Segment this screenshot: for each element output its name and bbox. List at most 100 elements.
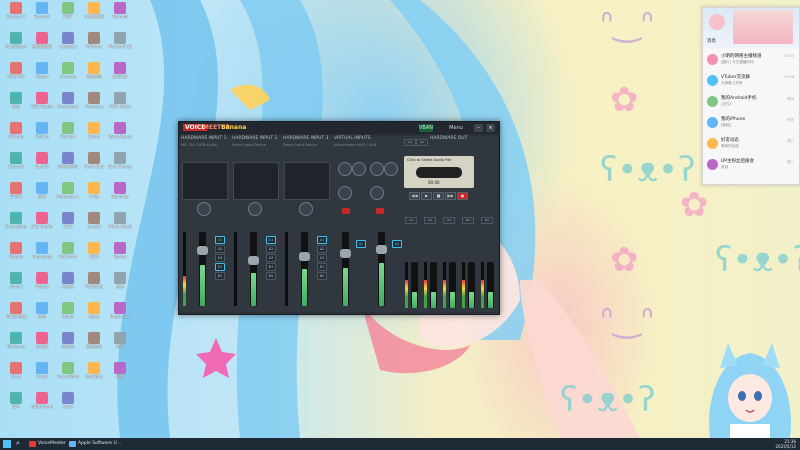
bus-b2-button[interactable]: B2 — [266, 272, 276, 280]
eq-knob[interactable] — [384, 162, 398, 176]
desktop-icon[interactable]: Microsoft Edge — [108, 32, 132, 54]
taskbar-item[interactable]: Apple Software U... — [68, 439, 121, 449]
desktop-icon[interactable]: RDR — [56, 2, 80, 24]
desktop-icon[interactable]: Word — [4, 362, 28, 384]
desktop-icon[interactable]: Chrome — [56, 62, 80, 84]
desktop-icon[interactable]: Notepad++ — [56, 182, 80, 204]
bus-a3-button[interactable]: A3 — [215, 254, 225, 262]
bus-b2-button[interactable]: B2 — [215, 272, 225, 280]
desktop-icon[interactable]: Photoshop — [56, 92, 80, 114]
desktop-icon[interactable]: Xmind — [4, 272, 28, 294]
fader-cap[interactable] — [340, 249, 351, 258]
virtual-fader[interactable] — [342, 232, 349, 306]
eq-knob[interactable] — [338, 162, 352, 176]
qq-conversation-item[interactable]: 好友动态 有新的动态 周三 — [706, 136, 796, 153]
play-button[interactable]: ▶ — [421, 192, 432, 200]
desktop-icon[interactable]: Uplay — [82, 302, 106, 324]
output-mode-button[interactable]: B1 — [462, 217, 474, 224]
bus-a1-button[interactable]: A1 — [317, 236, 327, 244]
tab-messages[interactable]: 消息 — [707, 38, 716, 44]
bus-a2-button[interactable]: A2 — [356, 240, 366, 248]
record-tape-button[interactable]: ● — [457, 192, 468, 200]
cassette-label[interactable]: Click to Select Audio File — [407, 158, 451, 162]
desktop-icon[interactable]: Python — [4, 242, 28, 264]
output-mode-button[interactable]: A1 — [405, 217, 417, 224]
desktop-icon[interactable]: Spotify — [30, 152, 54, 174]
desktop-icon[interactable]: Typora — [108, 242, 132, 264]
desktop-icon[interactable]: qBittorrent — [30, 392, 54, 414]
gain-fader[interactable] — [199, 232, 206, 306]
output-fader[interactable] — [449, 262, 456, 308]
qq-conversation-item[interactable]: 小明的网络主播频道 [图片] 今天直播时间 10:23 — [706, 52, 796, 69]
desktop-icon[interactable]: 网络 — [108, 332, 132, 354]
desktop-icon[interactable]: Bilibili直播 — [4, 302, 28, 324]
desktop-icon[interactable]: Epic Games — [108, 152, 132, 174]
desktop-icon[interactable]: 7-Zip — [82, 182, 106, 204]
desktop-icon[interactable]: 回收站 — [56, 332, 80, 354]
strip-device[interactable]: MIC Ch1 (USB Audio) — [181, 143, 218, 147]
close-button[interactable]: × — [486, 124, 495, 132]
eq-knob[interactable] — [352, 162, 366, 176]
desktop-icon[interactable]: IDM — [4, 392, 28, 414]
desktop-icon[interactable]: 原神 — [30, 182, 54, 204]
qq-conversation-item[interactable]: VTuber交流群 大家晚上好呀 09:58 — [706, 73, 796, 90]
record-button[interactable] — [342, 208, 350, 214]
out-a1-button[interactable]: A1 — [404, 139, 416, 146]
desktop-icon[interactable]: Zoom — [82, 122, 106, 144]
desktop-icon[interactable]: 雷电模拟器 — [30, 32, 54, 54]
vban-button[interactable]: VBAN — [419, 124, 433, 132]
system-clock[interactable]: 21:36 2023/5/12 — [775, 439, 796, 449]
desktop-icon[interactable]: Audacity — [56, 32, 80, 54]
minimize-button[interactable]: – — [474, 124, 483, 132]
desktop-icon[interactable]: Live2D — [82, 212, 106, 234]
start-icon[interactable] — [3, 440, 11, 448]
desktop-icon[interactable]: VSCode — [4, 122, 28, 144]
forward-button[interactable]: ▶▶ — [445, 192, 456, 200]
gain-knob[interactable] — [299, 202, 313, 216]
bus-a1-button[interactable]: A1 — [266, 236, 276, 244]
desktop-icon[interactable]: GitHub — [30, 122, 54, 144]
gain-fader[interactable] — [250, 232, 257, 306]
qq-conversation-item[interactable]: UP主粉丝后援会 收到 周二 — [706, 157, 796, 174]
desktop-icon[interactable]: 迅雷 — [108, 362, 132, 384]
output-fader[interactable] — [430, 262, 437, 308]
eq-knob[interactable] — [370, 162, 384, 176]
bus-a3-button[interactable]: A3 — [317, 254, 327, 262]
bus-a1-button[interactable]: A1 — [215, 236, 225, 244]
desktop-icon[interactable]: 小鸡模拟器 — [82, 2, 106, 24]
desktop-icon[interactable]: UPUPOO — [4, 62, 28, 84]
intellipan-pad[interactable] — [182, 162, 228, 200]
desktop-icon[interactable]: Blender — [56, 122, 80, 144]
desktop-icon[interactable]: WeGame — [4, 332, 28, 354]
desktop-icon[interactable]: Unity Hub — [82, 152, 106, 174]
desktop-icon[interactable]: SAI2 — [56, 212, 80, 234]
output-mode-button[interactable]: B2 — [481, 217, 493, 224]
desktop-icon[interactable]: 百度网盘 — [82, 62, 106, 84]
desktop-icon[interactable]: VoiceMeeter — [108, 122, 132, 144]
output-fader[interactable] — [487, 262, 494, 308]
desktop-icon[interactable]: Todesk — [30, 272, 54, 294]
desktop-icon[interactable]: 腾讯QQ — [108, 62, 132, 84]
output-fader[interactable] — [411, 262, 418, 308]
gain-fader[interactable] — [301, 232, 308, 306]
search-icon[interactable]: ⌕ — [16, 439, 20, 448]
desktop-icon[interactable]: WPS Office — [108, 92, 132, 114]
fader-cap[interactable] — [299, 252, 310, 261]
desktop-icon[interactable]: Origin — [56, 302, 80, 324]
intellipan-pad[interactable] — [233, 162, 279, 200]
desktop-icon[interactable]: PowerPoint — [56, 362, 80, 384]
out-a2-button[interactable]: A2 — [416, 139, 428, 146]
avatar[interactable] — [709, 14, 725, 30]
desktop-icon[interactable]: Battle.net — [108, 302, 132, 324]
gain-knob[interactable] — [248, 202, 262, 216]
record-button[interactable] — [376, 208, 384, 214]
bus-a2-button[interactable]: A2 — [317, 245, 327, 253]
desktop-icon[interactable]: OneNote — [82, 362, 106, 384]
bus-a3-button[interactable]: A3 — [266, 254, 276, 262]
qq-chat-panel[interactable]: 消息 小明的网络主播频道 [图片] 今天直播时间 10:23 VTuber交流群 大家晚… — [702, 7, 800, 185]
gain-knob[interactable] — [197, 202, 211, 216]
desktop-icon[interactable]: aria2 — [56, 392, 80, 414]
menu-button[interactable]: Menu — [449, 124, 463, 132]
desktop-icon[interactable]: 微信 — [4, 92, 28, 114]
output-mode-button[interactable]: A3 — [443, 217, 455, 224]
